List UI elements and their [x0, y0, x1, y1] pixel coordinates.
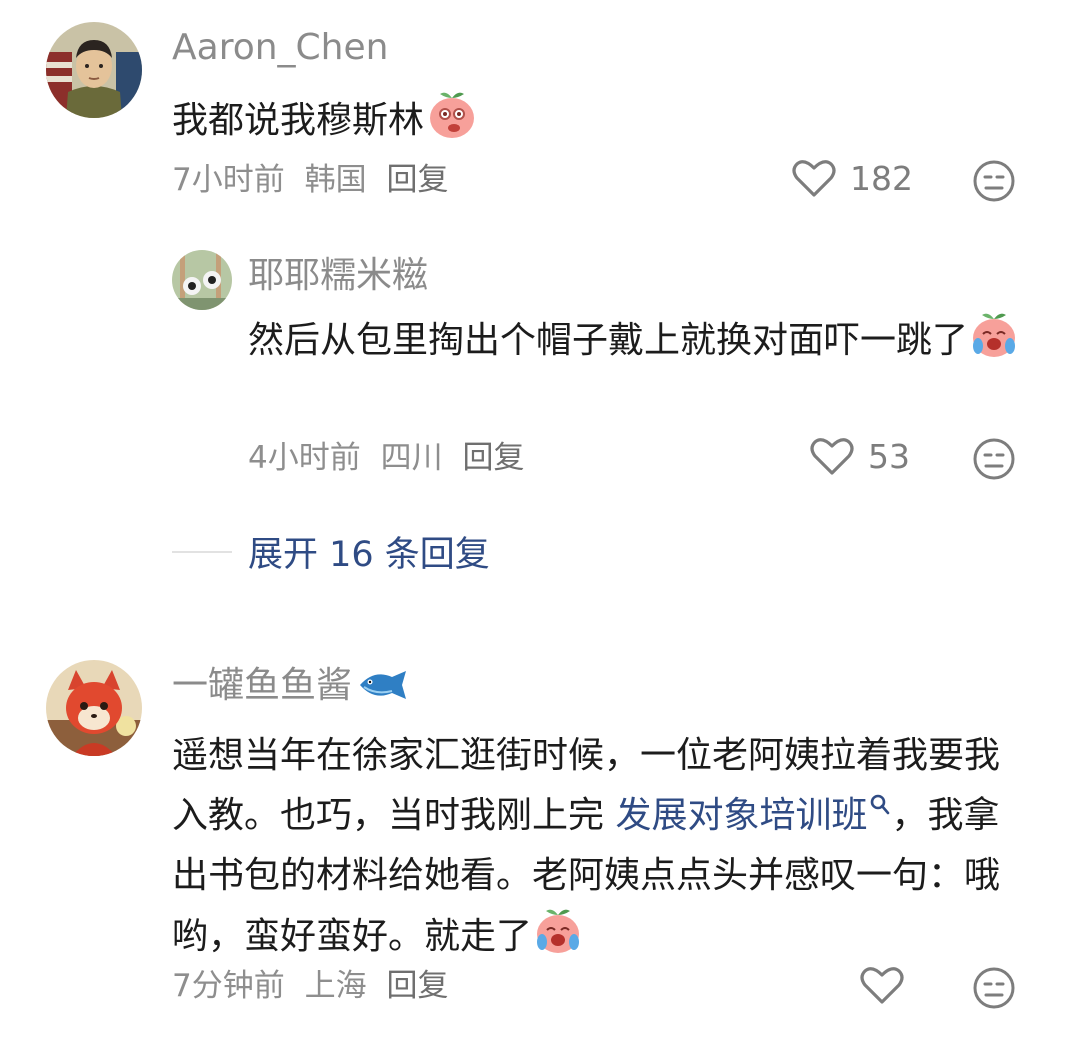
- username[interactable]: Aaron_Chen: [172, 26, 388, 70]
- like-count: 53: [868, 436, 910, 476]
- like-button[interactable]: 53: [810, 436, 910, 476]
- heart-icon: [792, 160, 836, 197]
- divider-line: [172, 550, 232, 553]
- expand-replies[interactable]: 展开 16 条回复: [172, 526, 490, 577]
- comment-time: 7分钟前: [172, 968, 285, 1004]
- comment-text-content: 然后从包里掏出个帽子戴上就换对面吓一跳了: [248, 320, 969, 361]
- heart-icon: [810, 438, 854, 475]
- avatar[interactable]: [46, 22, 142, 118]
- username[interactable]: 耶耶糯米糍: [248, 254, 428, 298]
- comment-text: 我都说我穆斯林: [172, 88, 1032, 159]
- crying-peach-emoji-icon: [532, 906, 584, 975]
- comment-meta: 4小时前 四川 回复: [248, 438, 534, 478]
- comment-meta: 7小时前 韩国 回复: [172, 160, 458, 200]
- neutral-face-icon: [973, 967, 1015, 1009]
- comment-time: 4小时前: [248, 440, 361, 476]
- comment-text-content: 我都说我穆斯林: [172, 100, 425, 141]
- comment-text: 然后从包里掏出个帽子戴上就换对面吓一跳了: [248, 310, 1028, 379]
- dislike-button[interactable]: [972, 159, 1016, 207]
- heart-icon: [860, 967, 904, 1004]
- comment-time: 7小时前: [172, 162, 285, 198]
- avatar[interactable]: [46, 660, 142, 756]
- peach-emoji-icon: [424, 88, 480, 159]
- crying-peach-emoji-icon: [968, 310, 1020, 379]
- search-link-text: 发展对象培训班: [615, 795, 868, 836]
- fish-emoji-icon: [356, 667, 410, 714]
- dislike-button[interactable]: [972, 437, 1016, 485]
- comment-location: 韩国: [304, 162, 367, 198]
- comment-item: 一罐鱼鱼酱 遥想当年在徐家汇逛街时候，一位老阿姨拉着我要我入教。也巧，当时我刚上…: [0, 640, 1080, 1038]
- avatar[interactable]: [172, 250, 232, 310]
- reply-button[interactable]: 回复: [386, 162, 448, 198]
- reply-button[interactable]: 回复: [386, 968, 448, 1004]
- search-link[interactable]: 发展对象培训班: [615, 794, 891, 836]
- comment-item: Aaron_Chen 我都说我穆斯林 7小时前 韩国 回复 182: [0, 0, 1080, 230]
- username-text: 一罐鱼鱼酱: [172, 665, 353, 706]
- neutral-face-icon: [973, 438, 1015, 480]
- like-button[interactable]: [860, 965, 918, 1005]
- reply-item: 耶耶糯米糍 然后从包里掏出个帽子戴上就换对面吓一跳了 4小时前 四川 回复 53: [0, 230, 1080, 500]
- reply-button[interactable]: 回复: [462, 440, 524, 476]
- search-icon: [871, 794, 890, 815]
- like-count: 182: [850, 158, 913, 198]
- comment-meta: 7分钟前 上海 回复: [172, 966, 458, 1006]
- like-button[interactable]: 182: [792, 158, 913, 198]
- comment-location: 上海: [304, 968, 367, 1004]
- comment-text: 遥想当年在徐家汇逛街时候，一位老阿姨拉着我要我入教。也巧，当时我刚上完 发展对象…: [172, 726, 1027, 975]
- comment-location: 四川: [380, 440, 443, 476]
- username[interactable]: 一罐鱼鱼酱: [172, 664, 410, 714]
- neutral-face-icon: [973, 160, 1015, 202]
- dislike-button[interactable]: [972, 966, 1016, 1014]
- expand-replies-label[interactable]: 展开 16 条回复: [248, 526, 490, 577]
